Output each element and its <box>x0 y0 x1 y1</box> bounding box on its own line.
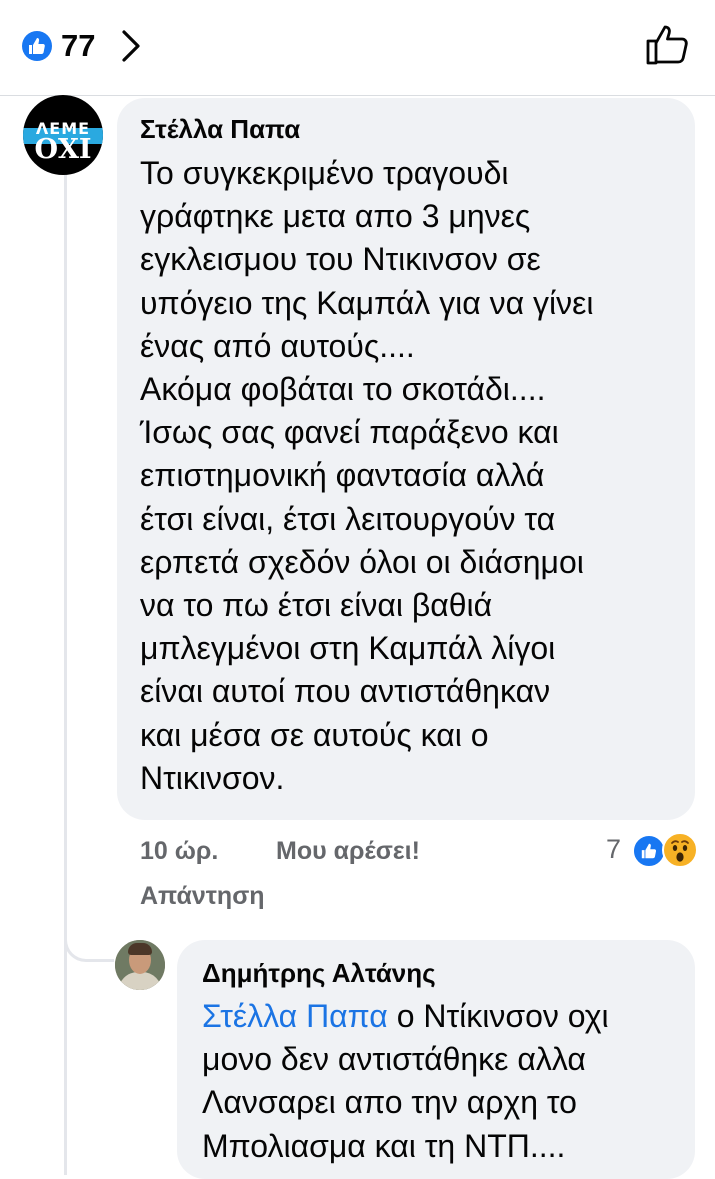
like-button[interactable]: Μου αρέσει! <box>276 835 420 867</box>
like-reaction-icon[interactable] <box>632 834 666 868</box>
reply-button[interactable]: Απάντηση <box>140 880 265 912</box>
comment-line: είναι αυτοί που αντιστάθηκαν <box>140 673 551 710</box>
comment-line: μπλεγμένοι στη Καμπάλ λίγοι <box>140 630 556 667</box>
wow-reaction-icon[interactable] <box>662 832 698 868</box>
avatar-text-bottom: ΟΧΙ <box>34 134 92 165</box>
reply-line: Στέλλα Παπα ο Ντίκινσον οχι <box>202 995 687 1038</box>
comment-timestamp[interactable]: 10 ώρ. <box>140 835 218 867</box>
comment-line: εγκλεισμου του Ντικινσον σε <box>140 241 541 278</box>
comment-line: Το συγκεκριμένο τραγουδι <box>140 155 509 191</box>
comment-line: να το πω έτσι είναι βαθιά <box>140 587 493 624</box>
like-badge-icon[interactable] <box>22 31 52 61</box>
reply-avatar[interactable] <box>115 940 165 990</box>
reply-author[interactable]: Δημήτρης Αλτάνης <box>202 957 436 989</box>
comment-line: ένας από αυτούς.... <box>140 327 415 364</box>
comment-line: ερπετά σχεδόν όλοι οι διάσημοι <box>140 543 584 580</box>
comment-line: Ίσως σας φανεί παράξενο και <box>140 414 559 451</box>
comment-line: Ακόμα φοβάται το σκοτάδι.... <box>140 371 546 408</box>
reply-line: Λανσαρει απο την αρχη το <box>202 1084 577 1121</box>
chevron-right-icon[interactable] <box>118 28 144 69</box>
thumbs-up-outline-icon[interactable] <box>643 20 691 73</box>
thread-connector <box>64 905 114 962</box>
reactions-header: 77 <box>0 0 715 96</box>
thread-line <box>64 175 67 1175</box>
comment-line: Ντικινσον. <box>140 759 285 796</box>
mention-link[interactable]: Στέλλα Παπα <box>202 998 388 1034</box>
comment-line: έτσι είναι, έτσι λειτουργούν τα <box>140 500 556 537</box>
reaction-count[interactable]: 7 <box>606 833 621 865</box>
like-count[interactable]: 77 <box>61 27 95 65</box>
reply-line: μονο δεν αντιστάθηκε αλλα <box>202 1041 586 1078</box>
comment-line: υπόγειο της Καμπάλ για να γίνει <box>140 284 594 321</box>
reply-line-rest: ο Ντίκινσον οχι <box>387 998 609 1034</box>
avatar[interactable]: ΛΕΜΕ ΟΧΙ <box>23 95 103 175</box>
reply-text: Στέλλα Παπα ο Ντίκινσον οχι μονο δεν αντ… <box>202 995 687 1168</box>
comment-line: και μέσα σε αυτούς και ο <box>140 716 489 753</box>
comment-author[interactable]: Στέλλα Παπα <box>140 113 300 145</box>
reply-line: Μπολιασμα και τη ΝΤΠ.... <box>202 1127 566 1164</box>
comment-text: Το συγκεκριμένο τραγουδι γράφτηκε μετα α… <box>140 152 685 800</box>
comment-line: γράφτηκε μετα απο 3 μηνες <box>140 198 531 235</box>
comment-line: επιστημονική φαντασία αλλά <box>140 457 545 494</box>
